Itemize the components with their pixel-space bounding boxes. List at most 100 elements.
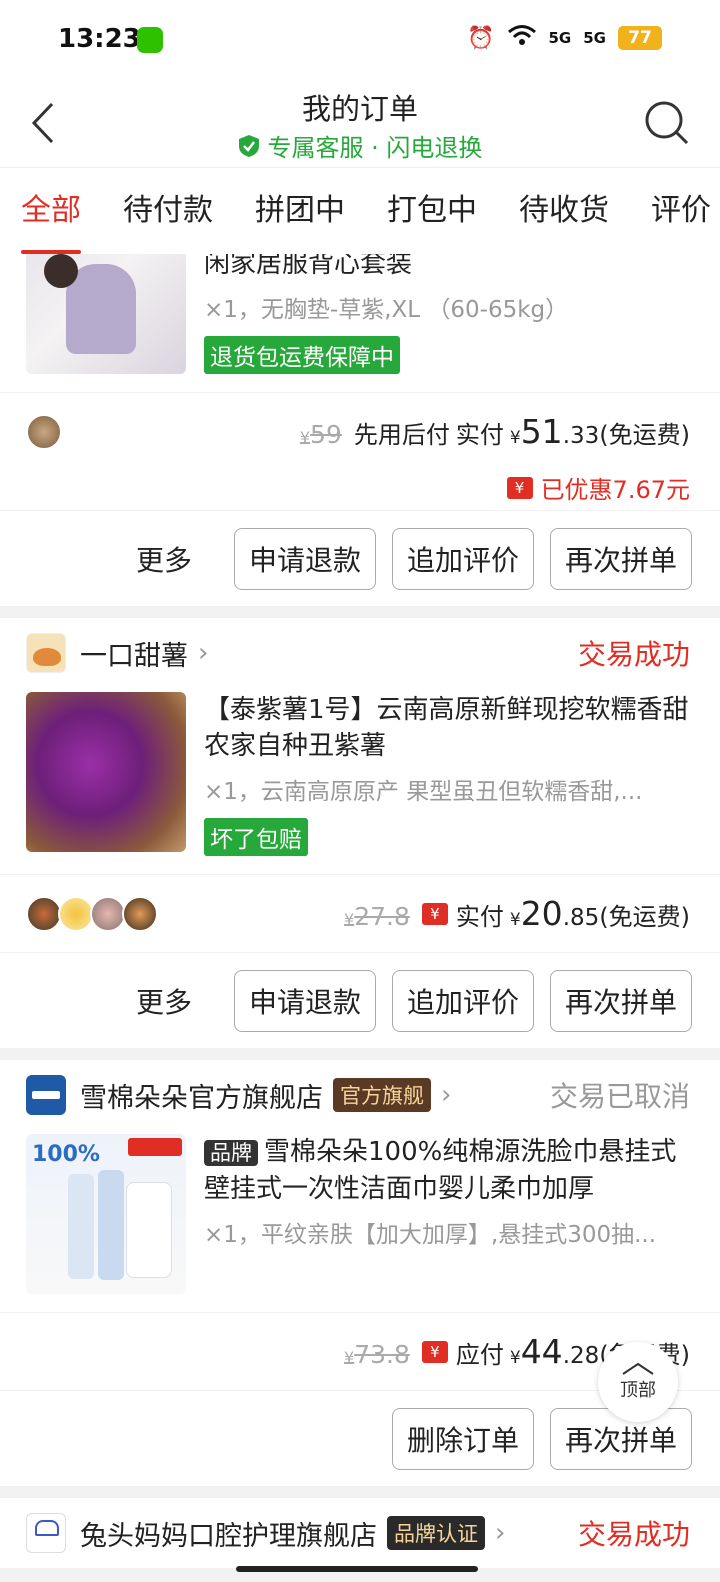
paid-label: 实付 — [455, 903, 504, 931]
price-decimal: .33 — [562, 423, 600, 449]
product-spec: ×1，无胸垫-草紫,XL （60-65kg） — [204, 297, 569, 323]
buyer-avatars — [26, 413, 62, 450]
add-review-button[interactable]: 追加评价 — [391, 969, 534, 1032]
guarantee-tag: 退货包运费保障中 — [204, 336, 400, 374]
action-row: 更多 申请退款 追加评价 再次拼单 — [0, 510, 720, 606]
order-status: 交易成功 — [577, 1518, 690, 1551]
price-integer: 51 — [520, 412, 563, 451]
chevron-right-icon: › — [495, 1518, 506, 1548]
shipping-note: (免运费) — [599, 421, 690, 449]
pay-later-label: 先用后付 — [353, 421, 450, 449]
avatar — [26, 413, 62, 450]
shop-name: 雪棉朵朵官方旗舰店 — [80, 1082, 323, 1114]
guarantee-tag: 坏了包赔 — [204, 818, 308, 856]
home-indicator[interactable] — [236, 1566, 478, 1572]
tab-pending-payment[interactable]: 待付款 — [102, 168, 234, 254]
shop-row[interactable]: 一口甜薯 › 交易成功 — [0, 618, 720, 688]
product-name: 【泰紫薯1号】云南高原新鲜现挖软糯香甜 农家自种丑紫薯 — [204, 695, 689, 761]
product-image[interactable] — [26, 254, 186, 374]
battery-icon: 77 — [618, 26, 662, 50]
order-card: 兔头妈妈口腔护理旗舰店 品牌认证 › 交易成功 — [0, 1498, 720, 1568]
shop-row[interactable]: 兔头妈妈口腔护理旗舰店 品牌认证 › 交易成功 — [0, 1498, 720, 1568]
buyer-avatars — [26, 895, 158, 932]
brand-tag: 品牌 — [204, 1140, 258, 1166]
price-integer: 44 — [520, 1332, 563, 1371]
shop-logo — [26, 633, 66, 673]
shop-name: 一口甜薯 — [80, 640, 188, 672]
product-row[interactable]: 100% 品牌 雪棉朵朵100%纯棉源洗脸巾悬挂式壁挂式一次性洁面巾婴儿柔巾加厚 … — [0, 1130, 720, 1312]
discount-row: ¥ 已优惠7.67元 — [0, 470, 720, 510]
product-info: 闲家居服背心套装 ×1，无胸垫-草紫,XL （60-65kg） 退货包运费保障中 — [204, 254, 694, 374]
header: 我的订单 专属客服 · 闪电退换 — [0, 80, 720, 168]
chevron-right-icon: › — [198, 638, 209, 668]
order-card: 一口甜薯 › 交易成功 【泰紫薯1号】云南高原新鲜现挖软糯香甜 农家自种丑紫薯 … — [0, 618, 720, 1048]
avatar — [58, 895, 94, 932]
search-icon[interactable] — [642, 98, 692, 148]
product-name: 品牌 雪棉朵朵100%纯棉源洗脸巾悬挂式壁挂式一次性洁面巾婴儿柔巾加厚 — [204, 1134, 694, 1207]
price-row: ¥59 先用后付 实付 ¥ 51 .33 (免运费) — [0, 392, 720, 470]
product-row[interactable]: 【泰紫薯1号】云南高原新鲜现挖软糯香甜 农家自种丑紫薯 ×1，云南高原原产 果型… — [0, 688, 720, 874]
order-card: 闲家居服背心套装 ×1，无胸垫-草紫,XL （60-65kg） 退货包运费保障中… — [0, 254, 720, 606]
product-spec: ×1，平纹亲肤【加大加厚】,悬挂式300抽... — [204, 1222, 657, 1248]
subtitle-text: 专属客服 · 闪电退换 — [267, 134, 483, 162]
signal-icon-2: 5G — [583, 29, 606, 47]
shop-logo — [26, 1513, 66, 1553]
product-spec: ×1，云南高原原产 果型虽丑但软糯香甜,... — [204, 779, 643, 805]
official-store-badge: 官方旗舰 — [333, 1078, 431, 1112]
discount-text: 已优惠7.67元 — [540, 476, 690, 504]
shop-logo — [26, 1075, 66, 1115]
brand-certified-badge: 品牌认证 — [387, 1516, 485, 1550]
coupon-icon: ¥ — [421, 1340, 448, 1363]
paid-label: 实付 — [455, 421, 504, 449]
order-status: 交易成功 — [577, 638, 690, 671]
currency-symbol: ¥ — [509, 428, 521, 448]
more-button[interactable]: 更多 — [136, 539, 192, 579]
tab-packing[interactable]: 打包中 — [366, 168, 498, 254]
reorder-button[interactable]: 再次拼单 — [549, 527, 692, 590]
coupon-icon: ¥ — [506, 476, 533, 499]
product-name: 闲家居服背心套装 — [204, 254, 413, 279]
product-image[interactable]: 100% — [26, 1134, 186, 1294]
shipping-note: (免运费) — [599, 903, 690, 931]
shop-name: 兔头妈妈口腔护理旗舰店 — [80, 1520, 377, 1552]
currency-symbol: ¥ — [509, 910, 521, 930]
price-summary: ¥27.8 ¥ 实付 ¥ 20 .85 (免运费) — [344, 894, 690, 933]
tab-group-buying[interactable]: 拼团中 — [234, 168, 366, 254]
original-price: ¥59 — [299, 420, 342, 449]
shop-row[interactable]: 雪棉朵朵官方旗舰店 官方旗舰 › 交易已取消 — [0, 1060, 720, 1130]
reorder-button[interactable]: 再次拼单 — [549, 969, 692, 1032]
payable-label: 应付 — [455, 1341, 504, 1369]
alarm-icon: ⏰ — [467, 25, 495, 51]
price-row: ¥27.8 ¥ 实付 ¥ 20 .85 (免运费) — [0, 874, 720, 952]
delete-order-button[interactable]: 删除订单 — [391, 1407, 534, 1470]
order-status: 交易已取消 — [549, 1080, 690, 1113]
back-to-top-button[interactable]: 顶部 — [598, 1342, 678, 1422]
wechat-icon — [137, 27, 163, 53]
refund-button[interactable]: 申请退款 — [233, 969, 376, 1032]
product-name-text: 雪棉朵朵100%纯棉源洗脸巾悬挂式壁挂式一次性洁面巾婴儿柔巾加厚 — [204, 1137, 677, 1204]
currency-symbol: ¥ — [509, 1348, 521, 1368]
tab-all[interactable]: 全部 — [0, 168, 102, 254]
tab-pending-receipt[interactable]: 待收货 — [498, 168, 630, 254]
chevron-up-icon — [622, 1362, 654, 1375]
refund-button[interactable]: 申请退款 — [233, 527, 376, 590]
avatar — [122, 895, 158, 932]
product-image[interactable] — [26, 692, 186, 852]
price-decimal: .28 — [562, 1343, 600, 1369]
more-button[interactable]: 更多 — [136, 981, 192, 1021]
signal-icon: 5G — [548, 29, 572, 47]
product-info: 【泰紫薯1号】云南高原新鲜现挖软糯香甜 农家自种丑紫薯 ×1，云南高原原产 果型… — [204, 692, 694, 856]
action-row: 更多 申请退款 追加评价 再次拼单 — [0, 952, 720, 1048]
service-subtitle[interactable]: 专属客服 · 闪电退换 — [0, 128, 720, 163]
product-row[interactable]: 闲家居服背心套装 ×1，无胸垫-草紫,XL （60-65kg） 退货包运费保障中 — [0, 254, 720, 392]
status-icons: ⏰ 5G 5G 77 — [467, 24, 662, 52]
add-review-button[interactable]: 追加评价 — [391, 527, 534, 590]
original-price: ¥27.8 — [344, 902, 410, 931]
price-summary: ¥59 先用后付 实付 ¥ 51 .33 (免运费) — [300, 412, 690, 451]
back-to-top-label: 顶部 — [620, 1380, 656, 1401]
tab-review[interactable]: 评价 — [630, 168, 720, 254]
order-card: 雪棉朵朵官方旗舰店 官方旗舰 › 交易已取消 100% 品牌 雪棉朵朵100%纯棉… — [0, 1060, 720, 1486]
status-time: 13:23 — [58, 24, 141, 54]
avatar — [26, 895, 62, 932]
discount-info: ¥ 已优惠7.67元 — [506, 470, 690, 505]
